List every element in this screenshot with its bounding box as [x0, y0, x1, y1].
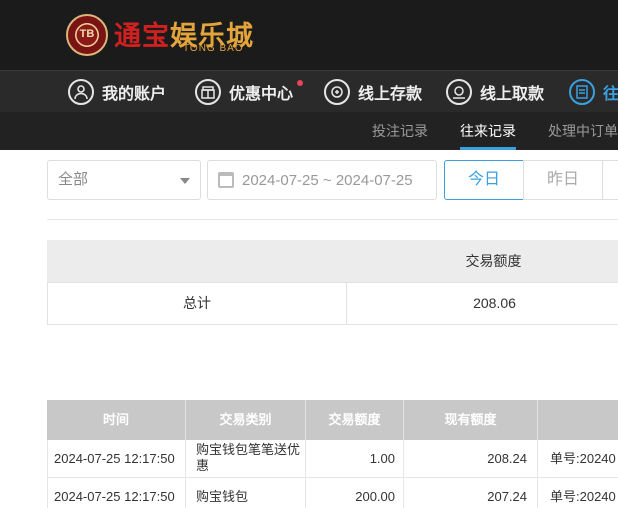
cell-note: 单号:20240	[538, 478, 618, 508]
user-icon	[68, 79, 94, 105]
more-range-button[interactable]	[602, 160, 618, 200]
records-header: 时间 交易类别 交易额度 现有额度	[47, 400, 618, 440]
summary-header-amount: 交易额度	[465, 253, 522, 269]
type-select[interactable]: 全部	[47, 160, 201, 200]
cell-balance: 207.24	[404, 478, 538, 508]
column-header-note	[538, 400, 618, 440]
type-select-value: 全部	[58, 171, 89, 188]
deposit-icon	[324, 79, 350, 105]
nav-label-withdraw: 线上取款	[480, 86, 545, 103]
table-row: 2024-07-25 12:17:50 购宝钱包笔笔送优惠 1.00 208.2…	[47, 440, 618, 478]
records-icon	[569, 79, 595, 105]
yesterday-button[interactable]: 昨日	[523, 160, 603, 200]
table-row: 2024-07-25 12:17:50 购宝钱包 200.00 207.24 单…	[47, 478, 618, 508]
nav-item-withdraw[interactable]: 线上取款	[446, 71, 544, 112]
column-header-time: 时间	[47, 400, 186, 440]
main-nav: 我的账户 优惠中心 线上存款 线上取款 往	[0, 70, 618, 112]
today-button[interactable]: 今日	[444, 160, 524, 200]
cell-time: 2024-07-25 12:17:50	[48, 440, 186, 477]
logo-coin-text: TB	[79, 28, 95, 40]
cell-type: 购宝钱包笔笔送优惠	[186, 440, 306, 477]
nav-label-promotions: 优惠中心	[229, 86, 294, 103]
nav-label-account: 我的账户	[102, 86, 167, 103]
cell-time: 2024-07-25 12:17:50	[48, 478, 186, 508]
cell-type: 购宝钱包	[186, 478, 306, 508]
site-header: TB 通宝娱乐城 TONG BAO	[0, 0, 618, 70]
summary-total-value: 208.06	[473, 295, 516, 311]
nav-label-records: 往	[603, 86, 618, 103]
summary-total-label: 总计	[183, 295, 211, 311]
divider	[47, 219, 618, 220]
tab-pending-orders[interactable]: 处理中订单	[548, 112, 618, 150]
column-header-type: 交易类别	[186, 400, 306, 440]
site-logo[interactable]: TB 通宝娱乐城 TONG BAO	[66, 12, 266, 58]
calendar-icon	[218, 172, 234, 188]
tab-bet-records[interactable]: 投注记录	[372, 112, 428, 150]
withdraw-icon	[446, 79, 472, 105]
caret-down-icon	[180, 178, 190, 184]
cell-amount: 200.00	[306, 478, 404, 508]
tab-transaction-records[interactable]: 往来记录	[460, 112, 516, 150]
column-header-balance: 现有额度	[404, 400, 538, 440]
date-range-picker[interactable]: 2024-07-25 ~ 2024-07-25	[207, 160, 437, 200]
logo-subtitle: TONG BAO	[183, 43, 244, 54]
nav-item-account[interactable]: 我的账户	[68, 71, 166, 112]
logo-char-2: 宝	[142, 21, 170, 52]
nav-item-deposit[interactable]: 线上存款	[324, 71, 422, 112]
summary-table: 交易额度 总计 208.06	[47, 240, 618, 325]
cell-balance: 208.24	[404, 440, 538, 477]
gift-icon	[195, 79, 221, 105]
summary-row-total: 总计 208.06	[47, 282, 618, 325]
nav-label-deposit: 线上存款	[358, 86, 423, 103]
nav-item-promotions[interactable]: 优惠中心	[195, 71, 304, 112]
summary-header: 交易额度	[47, 240, 618, 282]
logo-char-1: 通	[114, 21, 142, 52]
nav-item-records[interactable]: 往	[569, 71, 618, 112]
notification-dot	[297, 80, 304, 86]
cell-amount: 1.00	[306, 440, 404, 477]
logo-coin-icon: TB	[66, 14, 108, 56]
column-header-amount: 交易额度	[306, 400, 404, 440]
date-range-value: 2024-07-25 ~ 2024-07-25	[242, 171, 413, 189]
cell-note: 单号:20240	[538, 440, 618, 477]
sub-nav: 投注记录 往来记录 处理中订单	[0, 112, 618, 150]
